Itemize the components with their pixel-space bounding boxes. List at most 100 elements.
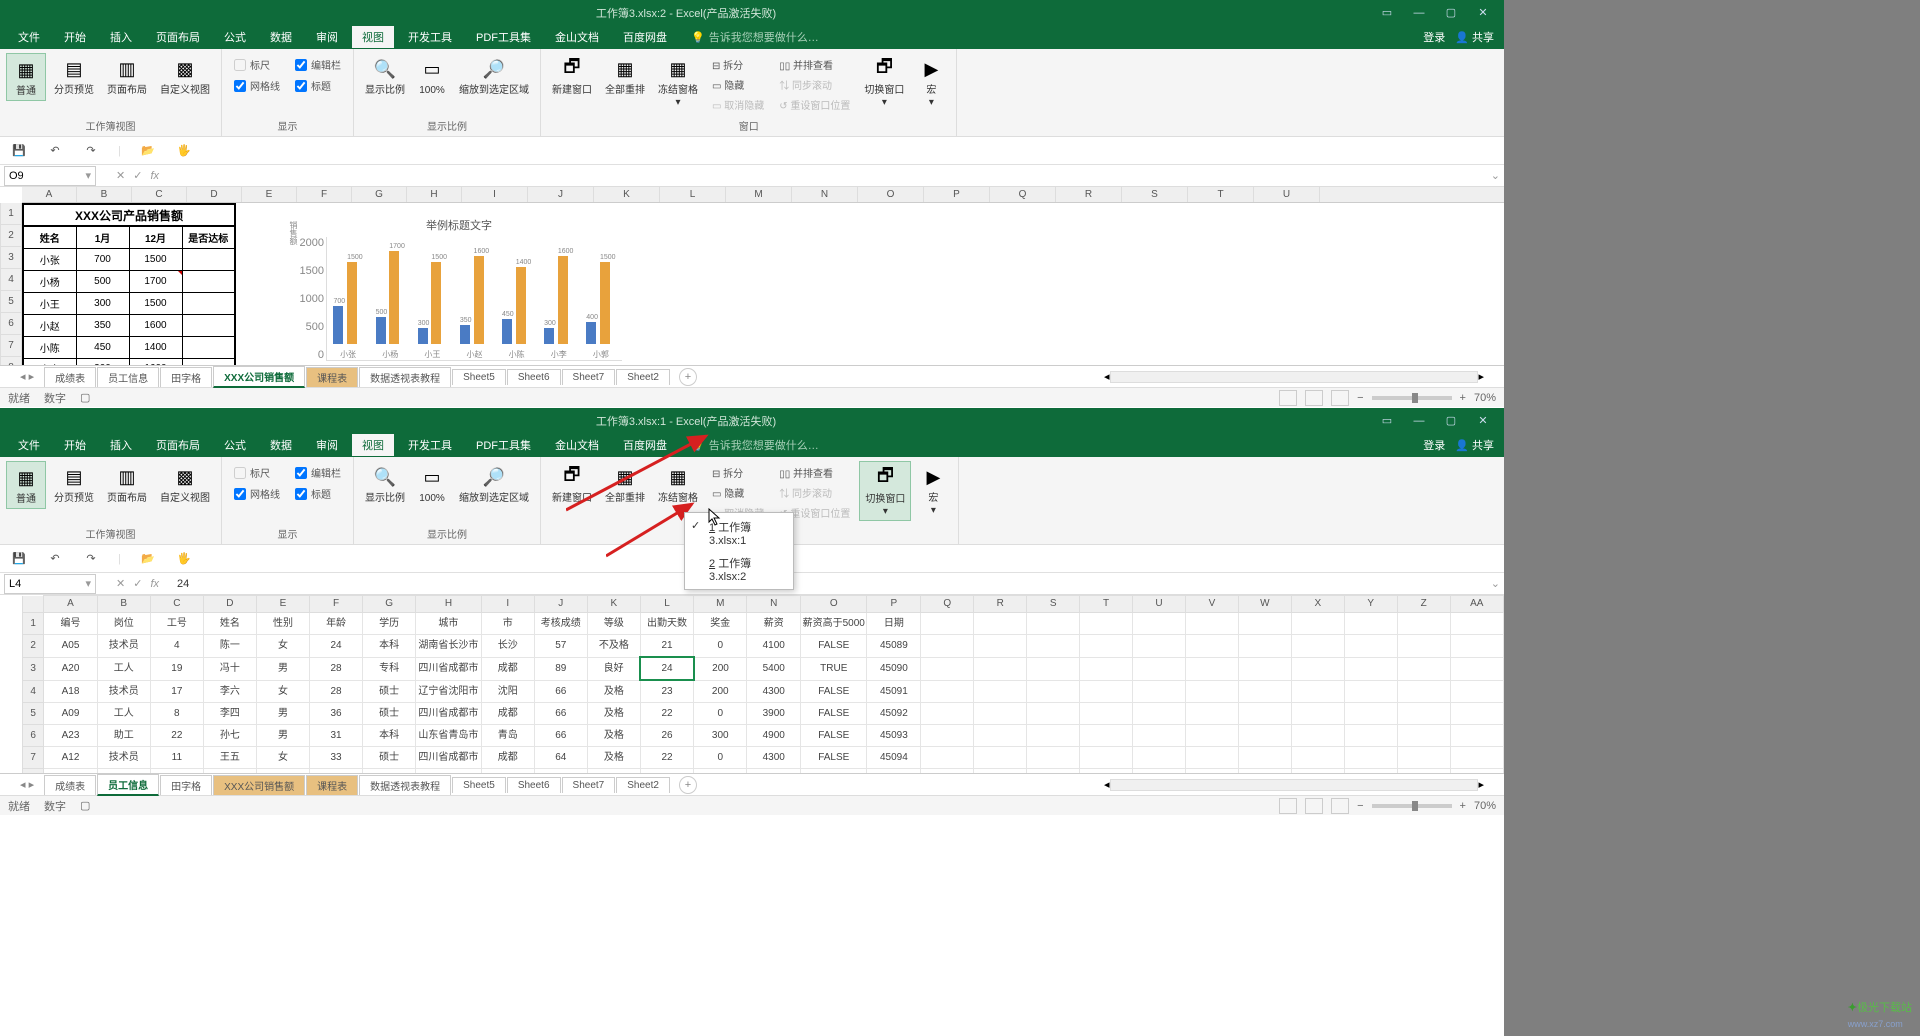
hide-button[interactable]: ▭ 隐藏	[708, 483, 768, 502]
close-icon[interactable]: ✕	[1468, 3, 1498, 23]
menu-dev[interactable]: 开发工具	[398, 434, 462, 456]
view-custom-button[interactable]: ▩自定义视图	[155, 461, 215, 507]
macro-rec-icon[interactable]: ▢	[80, 391, 90, 404]
view-normal-button[interactable]: ▦普通	[6, 461, 46, 509]
name-box-2[interactable]: L4▾	[4, 574, 96, 594]
side-by-side-button[interactable]: ▯▯ 并排查看	[775, 55, 854, 74]
ribbon-options-icon[interactable]: ▭	[1372, 411, 1402, 431]
zoom-out-icon[interactable]: −	[1357, 392, 1363, 404]
view-custom-button[interactable]: ▩自定义视图	[155, 53, 215, 99]
switch-window-button[interactable]: 🗗切换窗口▾	[859, 461, 911, 521]
sheet-tab-5[interactable]: 数据透视表教程	[359, 367, 451, 387]
login-link[interactable]: 登录	[1423, 29, 1445, 45]
menu-wps[interactable]: 金山文档	[545, 434, 609, 456]
sheet-tab-0[interactable]: 成绩表	[44, 775, 96, 795]
menu-home[interactable]: 开始	[54, 434, 96, 456]
sheet-tab-6[interactable]: Sheet5	[452, 777, 506, 793]
menu-data[interactable]: 数据	[260, 26, 302, 48]
view-normal-icon[interactable]	[1279, 798, 1297, 814]
horizontal-scrollbar[interactable]: ◂▸	[1104, 778, 1484, 792]
zoom-slider[interactable]	[1372, 804, 1452, 808]
menu-view[interactable]: 视图	[352, 26, 394, 48]
tab-nav[interactable]: ◂ ▸	[20, 778, 34, 791]
view-pagebreak-icon[interactable]	[1331, 390, 1349, 406]
tell-me-input[interactable]: 💡 告诉我您想要做什么…	[691, 29, 819, 45]
switch-window-button[interactable]: 🗗切换窗口▾	[859, 53, 909, 111]
ruler-checkbox[interactable]: 标尺	[234, 465, 280, 480]
menu-layout[interactable]: 页面布局	[146, 26, 210, 48]
zoom-100-button[interactable]: ▭100%	[413, 461, 451, 507]
sheet-tab-0[interactable]: 成绩表	[44, 367, 96, 387]
tell-me-input[interactable]: 💡 告诉我您想要做什么…	[691, 437, 819, 453]
headings-checkbox[interactable]: 标题	[295, 486, 341, 501]
new-window-button[interactable]: 🗗新建窗口	[547, 53, 597, 99]
hide-button[interactable]: ▭ 隐藏	[708, 75, 768, 94]
sheet-tab-4[interactable]: 课程表	[306, 367, 358, 387]
menu-review[interactable]: 审阅	[306, 26, 348, 48]
arrange-all-button[interactable]: ▦全部重排	[600, 53, 650, 99]
zoom-100-button[interactable]: ▭100%	[413, 53, 451, 99]
gridlines-checkbox[interactable]: 网格线	[234, 78, 280, 93]
menu-data[interactable]: 数据	[260, 434, 302, 456]
view-pagebreak-button[interactable]: ▤分页预览	[49, 53, 99, 99]
confirm-fx-icon[interactable]: ✓	[133, 169, 142, 182]
cancel-fx-icon[interactable]: ✕	[116, 169, 125, 182]
sheet-tab-9[interactable]: Sheet2	[616, 369, 670, 385]
sheet-tab-5[interactable]: 数据透视表教程	[359, 775, 451, 795]
confirm-fx-icon[interactable]: ✓	[133, 577, 142, 590]
save-icon[interactable]: 💾	[10, 550, 28, 568]
view-pagelayout-icon[interactable]	[1305, 390, 1323, 406]
zoom-slider[interactable]	[1372, 396, 1452, 400]
sheet-tab-2[interactable]: 田字格	[160, 367, 212, 387]
menu-review[interactable]: 审阅	[306, 434, 348, 456]
expand-formula-icon[interactable]: ⌄	[1491, 577, 1500, 590]
view-pagebreak-button[interactable]: ▤分页预览	[49, 461, 99, 507]
touch-icon[interactable]: 🖐	[175, 550, 193, 568]
menu-pdf[interactable]: PDF工具集	[466, 26, 541, 48]
menu-file[interactable]: 文件	[8, 434, 50, 456]
menu-baidu[interactable]: 百度网盘	[613, 434, 677, 456]
zoom-selection-button[interactable]: 🔎缩放到选定区域	[454, 461, 534, 507]
new-sheet-button[interactable]: +	[679, 776, 697, 794]
zoom-button[interactable]: 🔍显示比例	[360, 461, 410, 507]
zoom-level-1[interactable]: 70%	[1474, 392, 1496, 404]
headings-checkbox[interactable]: 标题	[295, 78, 341, 93]
view-normal-icon[interactable]	[1279, 390, 1297, 406]
login-link[interactable]: 登录	[1423, 437, 1445, 453]
split-button[interactable]: ⊟ 拆分	[708, 55, 768, 74]
menu-wps[interactable]: 金山文档	[545, 26, 609, 48]
menu-pdf[interactable]: PDF工具集	[466, 434, 541, 456]
ribbon-options-icon[interactable]: ▭	[1372, 3, 1402, 23]
expand-formula-icon[interactable]: ⌄	[1491, 169, 1500, 182]
fx-icon[interactable]: fx	[150, 578, 159, 590]
new-sheet-button[interactable]: +	[679, 368, 697, 386]
share-button[interactable]: 👤 共享	[1455, 437, 1494, 453]
open-icon[interactable]: 📂	[139, 550, 157, 568]
undo-icon[interactable]: ↶	[46, 550, 64, 568]
formulabar-checkbox[interactable]: 编辑栏	[295, 57, 341, 72]
zoom-out-icon[interactable]: −	[1357, 800, 1363, 812]
name-box-1[interactable]: O9▾	[4, 166, 96, 186]
save-icon[interactable]: 💾	[10, 142, 28, 160]
freeze-panes-button[interactable]: ▦冻结窗格▾	[653, 53, 703, 111]
view-pagelayout-button[interactable]: ▥页面布局	[102, 461, 152, 507]
sheet-tab-4[interactable]: 课程表	[306, 775, 358, 795]
macro-button[interactable]: ▶宏▾	[914, 461, 952, 519]
arrange-all-button[interactable]: ▦全部重排	[600, 461, 650, 507]
minimize-icon[interactable]: —	[1404, 3, 1434, 23]
view-normal-button[interactable]: ▦普通	[6, 53, 46, 101]
undo-icon[interactable]: ↶	[46, 142, 64, 160]
macro-rec-icon[interactable]: ▢	[80, 799, 90, 812]
sheet-tab-6[interactable]: Sheet5	[452, 369, 506, 385]
cancel-fx-icon[interactable]: ✕	[116, 577, 125, 590]
sheet-tab-1[interactable]: 员工信息	[97, 774, 159, 796]
sheet-tab-2[interactable]: 田字格	[160, 775, 212, 795]
zoom-in-icon[interactable]: +	[1460, 800, 1466, 812]
zoom-in-icon[interactable]: +	[1460, 392, 1466, 404]
formulabar-checkbox[interactable]: 编辑栏	[295, 465, 341, 480]
menu-file[interactable]: 文件	[8, 26, 50, 48]
menu-insert[interactable]: 插入	[100, 26, 142, 48]
redo-icon[interactable]: ↷	[82, 142, 100, 160]
sheet-tab-7[interactable]: Sheet6	[507, 369, 561, 385]
zoom-level-2[interactable]: 70%	[1474, 800, 1496, 812]
